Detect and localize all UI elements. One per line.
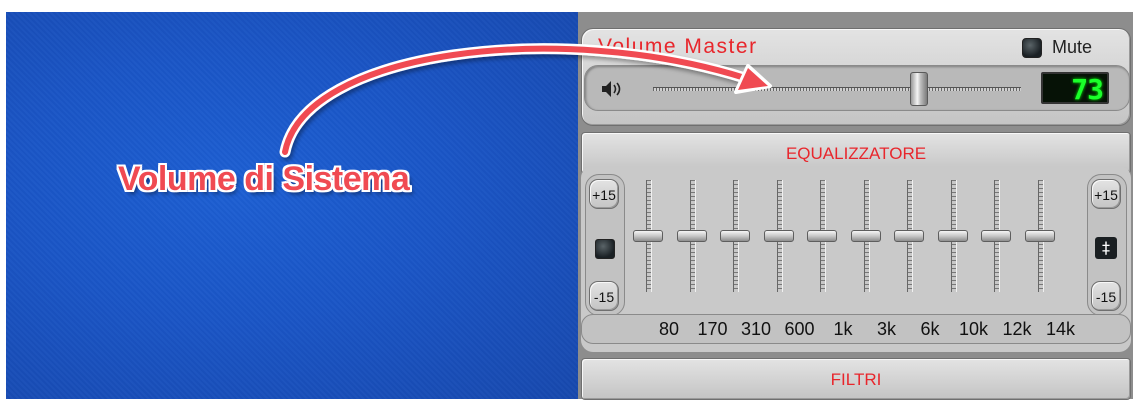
eq-band-slider[interactable] [633, 176, 663, 296]
eq-band-slider[interactable] [1024, 176, 1055, 296]
eq-min-label-left: -15 [589, 281, 619, 311]
eq-band-slider[interactable] [763, 176, 794, 296]
eq-band-handle[interactable] [894, 230, 924, 242]
eq-band-slider[interactable] [981, 176, 1011, 296]
eq-bands [633, 176, 1083, 316]
eq-frequency-label: 170 [697, 319, 728, 339]
eq-band-handle[interactable] [937, 230, 968, 242]
eq-frequency-label: 14k [1045, 319, 1076, 339]
eq-frequency-label: 80 [658, 319, 680, 339]
eq-frequency-label: 600 [784, 319, 815, 339]
mixer-panel: Volume Master Mute 73 EQUALIZZATORE +15 … [578, 12, 1133, 400]
eq-max-label-right: +15 [1091, 179, 1121, 209]
eq-band-slider[interactable] [937, 176, 968, 296]
eq-frequency-label: 310 [740, 319, 772, 339]
eq-band-handle[interactable] [981, 230, 1011, 242]
eq-frequency-label: 12k [1002, 319, 1032, 339]
eq-band-handle[interactable] [1024, 230, 1055, 242]
eq-max-label-left: +15 [589, 179, 619, 209]
filters-section-button[interactable]: FILTRI [581, 358, 1131, 400]
equalizer-group: +15 -15 +15 ‡ -15 80 170 310 600 1k 3k 6k 10k 12… [581, 166, 1131, 352]
volume-value-display: 73 [1041, 72, 1109, 106]
eq-band-slider[interactable] [894, 176, 924, 296]
eq-band-handle[interactable] [850, 230, 881, 242]
eq-min-label-right: -15 [1091, 281, 1121, 311]
mute-toggle[interactable] [1022, 38, 1042, 58]
master-volume-group: Volume Master Mute 73 [581, 28, 1131, 126]
speaker-icon[interactable] [599, 78, 627, 100]
eq-band-handle[interactable] [633, 230, 663, 242]
eq-left-column: +15 -15 [585, 174, 625, 316]
eq-band-slider[interactable] [720, 176, 750, 296]
eq-right-column: +15 ‡ -15 [1087, 174, 1127, 316]
master-slider-groove: 73 [584, 65, 1130, 111]
eq-band-handle[interactable] [807, 230, 837, 242]
eq-frequency-labels: 80 170 310 600 1k 3k 6k 10k 12k 14k [581, 314, 1131, 344]
eq-band-handle[interactable] [763, 230, 794, 242]
eq-band-slider[interactable] [676, 176, 707, 296]
screenshot-root: Volume di Sistema Volume Master Mute 73 … [0, 0, 1133, 403]
eq-frequency-label: 10k [958, 319, 989, 339]
annotation-caption: Volume di Sistema [118, 160, 410, 198]
master-volume-title: Volume Master [598, 35, 758, 58]
mute-label: Mute [1052, 37, 1093, 57]
eq-reset-icon[interactable]: ‡ [1095, 237, 1117, 259]
eq-frequency-label: 3k [876, 319, 896, 339]
eq-frequency-label: 1k [833, 319, 853, 339]
eq-frequency-label: 6k [920, 319, 940, 339]
master-volume-slider-handle[interactable] [909, 72, 928, 106]
eq-toggle-icon[interactable] [595, 239, 615, 259]
eq-band-handle[interactable] [720, 230, 750, 242]
eq-band-slider[interactable] [850, 176, 881, 296]
eq-band-handle[interactable] [676, 230, 707, 242]
desktop-background [6, 12, 578, 399]
eq-band-slider[interactable] [807, 176, 837, 296]
master-volume-track[interactable] [653, 87, 1021, 91]
